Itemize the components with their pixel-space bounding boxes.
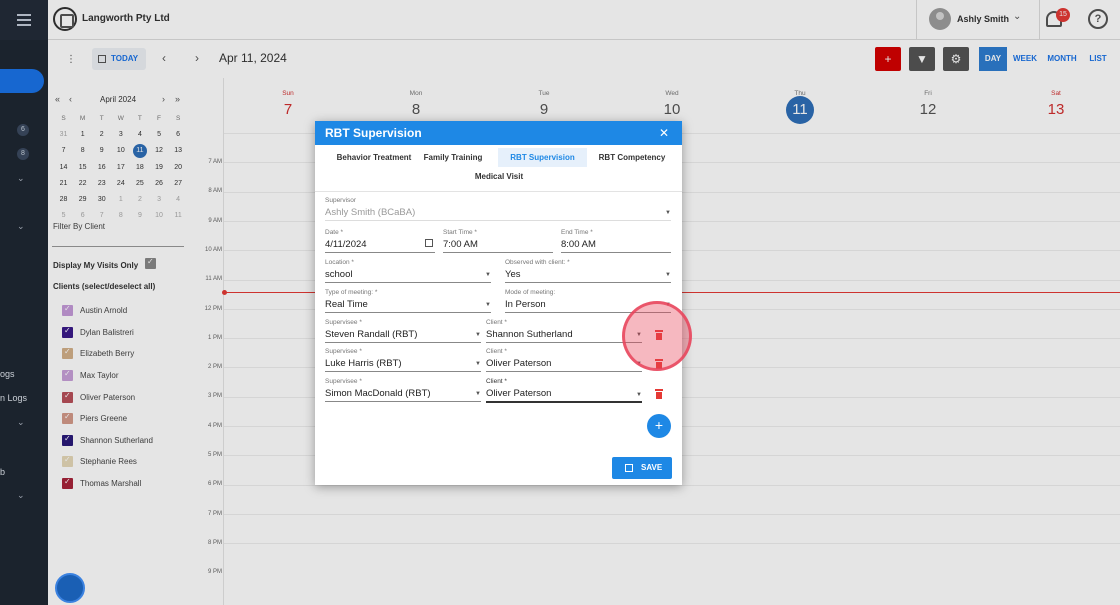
dropdown-arrow-icon: ▼ — [475, 391, 481, 397]
dropdown-arrow-icon: ▼ — [665, 272, 671, 278]
calendar-icon — [625, 464, 633, 472]
client-label: Client * — [486, 348, 507, 355]
date-field[interactable]: Date * 4/11/2024 — [325, 229, 435, 253]
add-row-button[interactable]: + — [647, 414, 671, 438]
dialog-header: RBT Supervision ✕ — [315, 121, 682, 145]
menu-icon[interactable] — [17, 14, 31, 26]
calendar-icon[interactable] — [425, 239, 433, 247]
client-value: Shannon Sutherland — [486, 329, 573, 340]
supervisee-value: Steven Randall (RBT) — [325, 329, 418, 340]
visit-type-tabs: Behavior Treatment Family Training RBT S… — [315, 145, 682, 192]
meeting-type-label: Type of meeting: * — [325, 289, 378, 296]
supervisee-label: Supervisee * — [325, 319, 362, 326]
tab-behavior-treatment[interactable]: Behavior Treatment — [320, 148, 428, 167]
location-select[interactable]: Location * school ▼ — [325, 259, 491, 283]
client-value: Oliver Paterson — [486, 388, 552, 399]
location-value: school — [325, 269, 353, 280]
supervisee-select[interactable]: Supervisee * Simon MacDonald (RBT) ▼ — [325, 378, 481, 402]
end-time-label: End Time * — [561, 229, 593, 236]
supervisee-select[interactable]: Supervisee * Luke Harris (RBT) ▼ — [325, 348, 481, 372]
dropdown-arrow-icon: ▼ — [475, 361, 481, 367]
date-value: 4/11/2024 — [325, 239, 367, 250]
end-time-field[interactable]: End Time * 8:00 AM — [561, 229, 671, 253]
start-time-label: Start Time * — [443, 229, 477, 236]
client-value: Oliver Paterson — [486, 358, 552, 369]
supervisee-value: Simon MacDonald (RBT) — [325, 388, 431, 399]
save-label: SAVE — [641, 463, 663, 472]
client-label: Client * — [486, 319, 507, 326]
client-select[interactable]: Client * Oliver Paterson ▼ — [486, 348, 642, 372]
click-highlight — [622, 301, 692, 371]
close-icon[interactable]: ✕ — [659, 126, 669, 140]
start-time-value: 7:00 AM — [443, 239, 478, 250]
supervisor-value: Ashly Smith (BCaBA) — [325, 207, 416, 218]
observed-label: Observed with client: * — [505, 259, 570, 266]
settings-fab-icon[interactable] — [55, 573, 85, 603]
meeting-type-value: Real Time — [325, 299, 368, 310]
dropdown-arrow-icon: ▼ — [475, 332, 481, 338]
tab-medical-visit[interactable]: Medical Visit — [459, 167, 539, 186]
observed-select[interactable]: Observed with client: * Yes ▼ — [505, 259, 671, 283]
save-button[interactable]: SAVE — [612, 457, 672, 479]
supervisee-select[interactable]: Supervisee * Steven Randall (RBT) ▼ — [325, 319, 481, 343]
dialog-title: RBT Supervision — [325, 126, 422, 140]
tab-rbt-competency[interactable]: RBT Competency — [593, 148, 671, 167]
client-select-focused[interactable]: Client * Oliver Paterson ▼ — [486, 378, 642, 403]
client-label: Client * — [486, 378, 507, 385]
supervisee-label: Supervisee * — [325, 378, 362, 385]
delete-row-icon[interactable] — [655, 389, 663, 399]
meeting-type-select[interactable]: Type of meeting: * Real Time ▼ — [325, 289, 491, 313]
modal-backdrop[interactable] — [0, 40, 48, 605]
tab-family-training[interactable]: Family Training — [419, 148, 487, 167]
supervisor-select[interactable]: Supervisor Ashly Smith (BCaBA) ▼ — [325, 197, 671, 221]
supervisee-value: Luke Harris (RBT) — [325, 358, 402, 369]
meeting-mode-label: Mode of meeting: — [505, 289, 556, 296]
dropdown-arrow-icon: ▼ — [485, 302, 491, 308]
client-select[interactable]: Client * Shannon Sutherland ▼ — [486, 319, 642, 343]
observed-value: Yes — [505, 269, 521, 280]
supervisee-label: Supervisee * — [325, 348, 362, 355]
start-time-field[interactable]: Start Time * 7:00 AM — [443, 229, 553, 253]
dropdown-arrow-icon: ▼ — [485, 272, 491, 278]
dropdown-arrow-icon: ▼ — [665, 210, 671, 216]
rbt-supervision-dialog: RBT Supervision ✕ Behavior Treatment Fam… — [315, 121, 682, 485]
date-label: Date * — [325, 229, 344, 236]
dropdown-arrow-icon: ▼ — [636, 392, 642, 398]
location-label: Location * — [325, 259, 354, 266]
end-time-value: 8:00 AM — [561, 239, 596, 250]
supervisor-label: Supervisor — [325, 197, 357, 204]
tab-rbt-supervision[interactable]: RBT Supervision — [498, 148, 587, 167]
